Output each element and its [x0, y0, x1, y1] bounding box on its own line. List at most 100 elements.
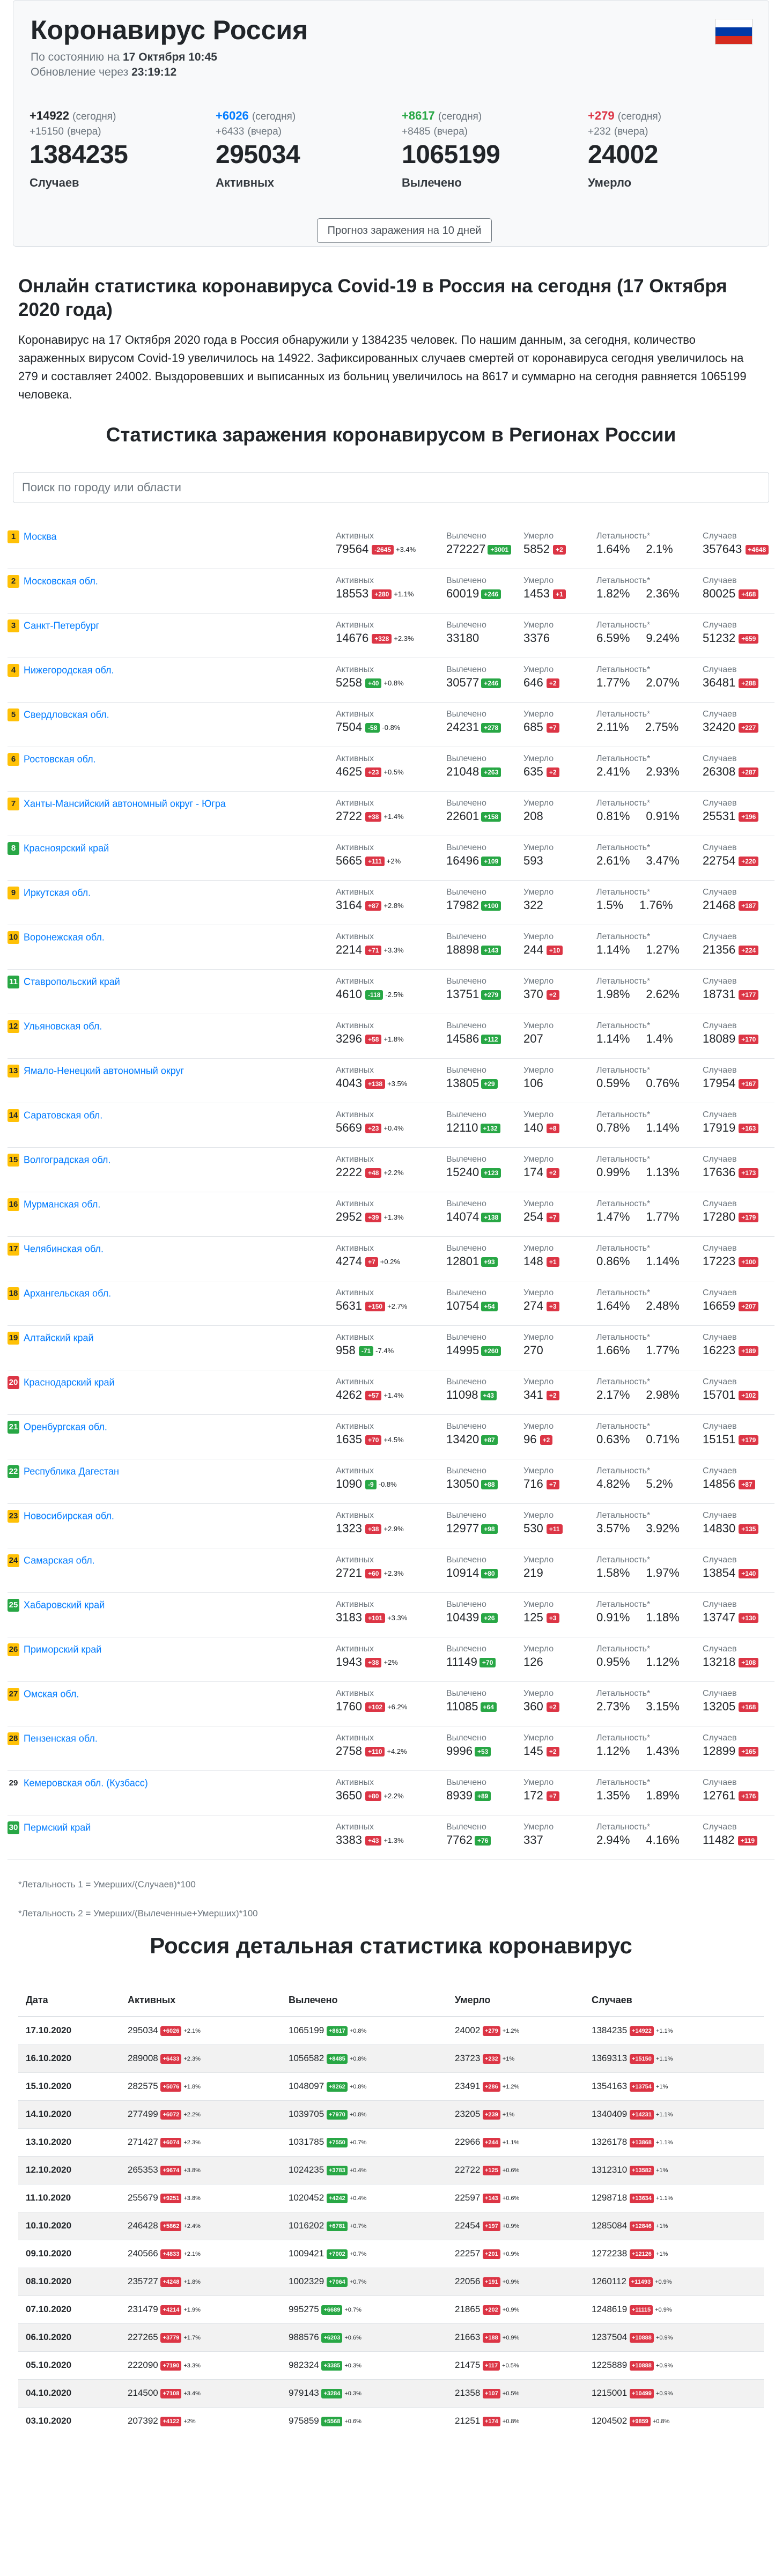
- stat-yesterday: +232 (вчера): [588, 124, 765, 138]
- region-link[interactable]: Архангельская обл.: [24, 1288, 111, 1299]
- region-recovered-cell: Вылечено 9996 +53: [446, 1733, 491, 1759]
- detail-row: 17.10.2020 295034 +6026 +2.1% 1065199 +8617…: [18, 2016, 764, 2044]
- region-lethality-value: 1.66% 1.77%: [596, 1343, 680, 1358]
- region-link[interactable]: Иркутская обл.: [24, 888, 91, 898]
- detail-recovered-pct: +0.8%: [349, 2055, 367, 2062]
- detail-deaths-value: 23723: [455, 2053, 483, 2063]
- detail-recovered-delta-badge: +6203: [321, 2333, 343, 2343]
- region-link[interactable]: Оренбургская обл.: [24, 1422, 107, 1433]
- detail-recovered-value: 1002329: [289, 2276, 327, 2286]
- region-link[interactable]: Ульяновская обл.: [24, 1021, 102, 1032]
- region-active-cell: Активных 5631 +150 +2.7%: [336, 1288, 407, 1314]
- region-active-value: 18553 +280 +1.1%: [336, 586, 414, 602]
- region-recovered-label: Вылечено: [446, 1110, 486, 1119]
- region-link[interactable]: Приморский край: [24, 1644, 101, 1655]
- region-link[interactable]: Республика Дагестан: [24, 1466, 119, 1477]
- region-link[interactable]: Воронежская обл.: [24, 932, 105, 943]
- recovered-count: 16496: [446, 854, 479, 867]
- detail-deaths-cell: 21358 +107 +0.5%: [447, 2379, 584, 2407]
- region-link[interactable]: Волгоградская обл.: [24, 1155, 110, 1165]
- region-link[interactable]: Красноярский край: [24, 843, 109, 854]
- region-link[interactable]: Хабаровский край: [24, 1600, 105, 1611]
- region-recovered-value: 13751 +279: [446, 987, 501, 1002]
- region-link[interactable]: Московская обл.: [24, 576, 98, 587]
- detail-cases-pct: +0.9%: [655, 2390, 673, 2397]
- detail-recovered-pct: +0.3%: [344, 2390, 362, 2397]
- region-deaths-label: Умерло: [523, 1733, 554, 1743]
- deaths-count: 341: [523, 1388, 547, 1401]
- region-link[interactable]: Краснодарский край: [24, 1377, 115, 1388]
- region-link[interactable]: Ямало-Ненецкий автономный округ: [24, 1066, 184, 1076]
- search-input[interactable]: [13, 472, 769, 503]
- region-deaths-label: Умерло: [523, 754, 554, 763]
- detail-cases-delta-badge: +12846: [629, 2221, 654, 2231]
- region-link[interactable]: Самарская обл.: [24, 1555, 95, 1566]
- region-cases-label: Случаев: [703, 1733, 737, 1743]
- region-active-cell: Активных 5665 +111 +2%: [336, 843, 401, 869]
- region-rank: 30: [8, 1821, 19, 1834]
- region-link[interactable]: Пензенская обл.: [24, 1733, 98, 1744]
- detail-deaths-delta-badge: +232: [483, 2054, 500, 2064]
- region-deaths-label: Умерло: [523, 799, 554, 808]
- recovered-count: 15240: [446, 1165, 479, 1179]
- region-link[interactable]: Санкт-Петербург: [24, 621, 99, 631]
- cases-delta-badge: +179: [739, 1213, 759, 1223]
- summary-card: Коронавирус Россия По состоянию на 17 Ок…: [13, 0, 769, 247]
- region-link[interactable]: Ставропольский край: [24, 977, 120, 987]
- region-recovered-label: Вылечено: [446, 1822, 486, 1832]
- region-link[interactable]: Новосибирская обл.: [24, 1511, 114, 1522]
- update-line: Обновление через 23:19:12: [31, 66, 176, 79]
- recovered-delta-badge: +43: [480, 1391, 497, 1401]
- forecast-button[interactable]: Прогноз заражения на 10 дней: [317, 218, 492, 243]
- region-link[interactable]: Свердловская обл.: [24, 710, 109, 720]
- region-link[interactable]: Кемеровская обл. (Кузбасс): [24, 1778, 148, 1789]
- region-deaths-label: Умерло: [523, 1689, 554, 1698]
- region-link[interactable]: Алтайский край: [24, 1333, 94, 1344]
- region-name: 17 Челябинская обл.: [8, 1243, 104, 1256]
- detail-date: 07.10.2020: [18, 2295, 120, 2323]
- region-link[interactable]: Пермский край: [24, 1822, 91, 1833]
- region-recovered-label: Вылечено: [446, 621, 486, 630]
- detail-recovered-cell: 1020452 +4242 +0.4%: [281, 2183, 447, 2212]
- detail-cases-delta-badge: +13634: [629, 2193, 654, 2203]
- active-count: 2952: [336, 1210, 366, 1223]
- detail-active-value: 271427: [128, 2137, 161, 2147]
- region-active-value: 1090 -9 -0.8%: [336, 1477, 397, 1492]
- region-name: 19 Алтайский край: [8, 1332, 94, 1345]
- region-link[interactable]: Мурманская обл.: [24, 1199, 100, 1210]
- region-cases-cell: Случаев 15151 +179: [703, 1421, 759, 1447]
- region-recovered-label: Вылечено: [446, 888, 486, 897]
- lethality-1: 6.59%: [596, 631, 630, 645]
- cases-count: 14856: [703, 1477, 739, 1490]
- today-word: (сегодня): [252, 111, 296, 122]
- detail-recovered-value: 1031785: [289, 2137, 327, 2147]
- yesterday-word: (вчера): [247, 126, 282, 137]
- region-rank: 29: [9, 1778, 18, 1788]
- region-name: 24 Самарская обл.: [8, 1554, 95, 1567]
- region-active-cell: Активных 2222 +48 +2.2%: [336, 1154, 404, 1180]
- recovered-count: 13805: [446, 1076, 479, 1090]
- detail-cases-cell: 1225889 +10888 +0.9%: [584, 2351, 764, 2379]
- region-link[interactable]: Ростовская обл.: [24, 754, 96, 765]
- detail-cases-value: 1298718: [592, 2193, 630, 2203]
- cases-count: 12761: [703, 1789, 739, 1802]
- region-link[interactable]: Ханты-Мансийский автономный округ - Югра: [24, 799, 226, 809]
- region-rank: 22: [8, 1465, 19, 1478]
- region-link[interactable]: Челябинская обл.: [24, 1244, 104, 1254]
- region-deaths-value: 1453 +1: [523, 586, 566, 601]
- region-link[interactable]: Нижегородская обл.: [24, 665, 114, 676]
- cases-delta-badge: +87: [739, 1480, 755, 1490]
- region-link[interactable]: Омская обл.: [24, 1689, 79, 1700]
- region-cases-label: Случаев: [703, 1555, 737, 1564]
- region-active-cell: Активных 1760 +102 +6.2%: [336, 1688, 407, 1715]
- lethality-1: 0.81%: [596, 809, 630, 823]
- detail-deaths-cell: 22454 +197 +0.9%: [447, 2211, 584, 2240]
- region-deaths-cell: Умерло 106: [523, 1065, 554, 1091]
- active-pct: -0.8%: [378, 1480, 397, 1489]
- region-row: 21 Оренбургская обл. Активных 1635 +70 +4.5%…: [8, 1415, 774, 1459]
- region-link[interactable]: Москва: [24, 532, 56, 542]
- active-count: 958: [336, 1344, 359, 1357]
- stat-3: +279 (сегодня) +232 (вчера) 24002 Умерло: [588, 109, 765, 190]
- region-active-cell: Активных 958 -71 -7.4%: [336, 1332, 394, 1359]
- region-link[interactable]: Саратовская обл.: [24, 1110, 102, 1121]
